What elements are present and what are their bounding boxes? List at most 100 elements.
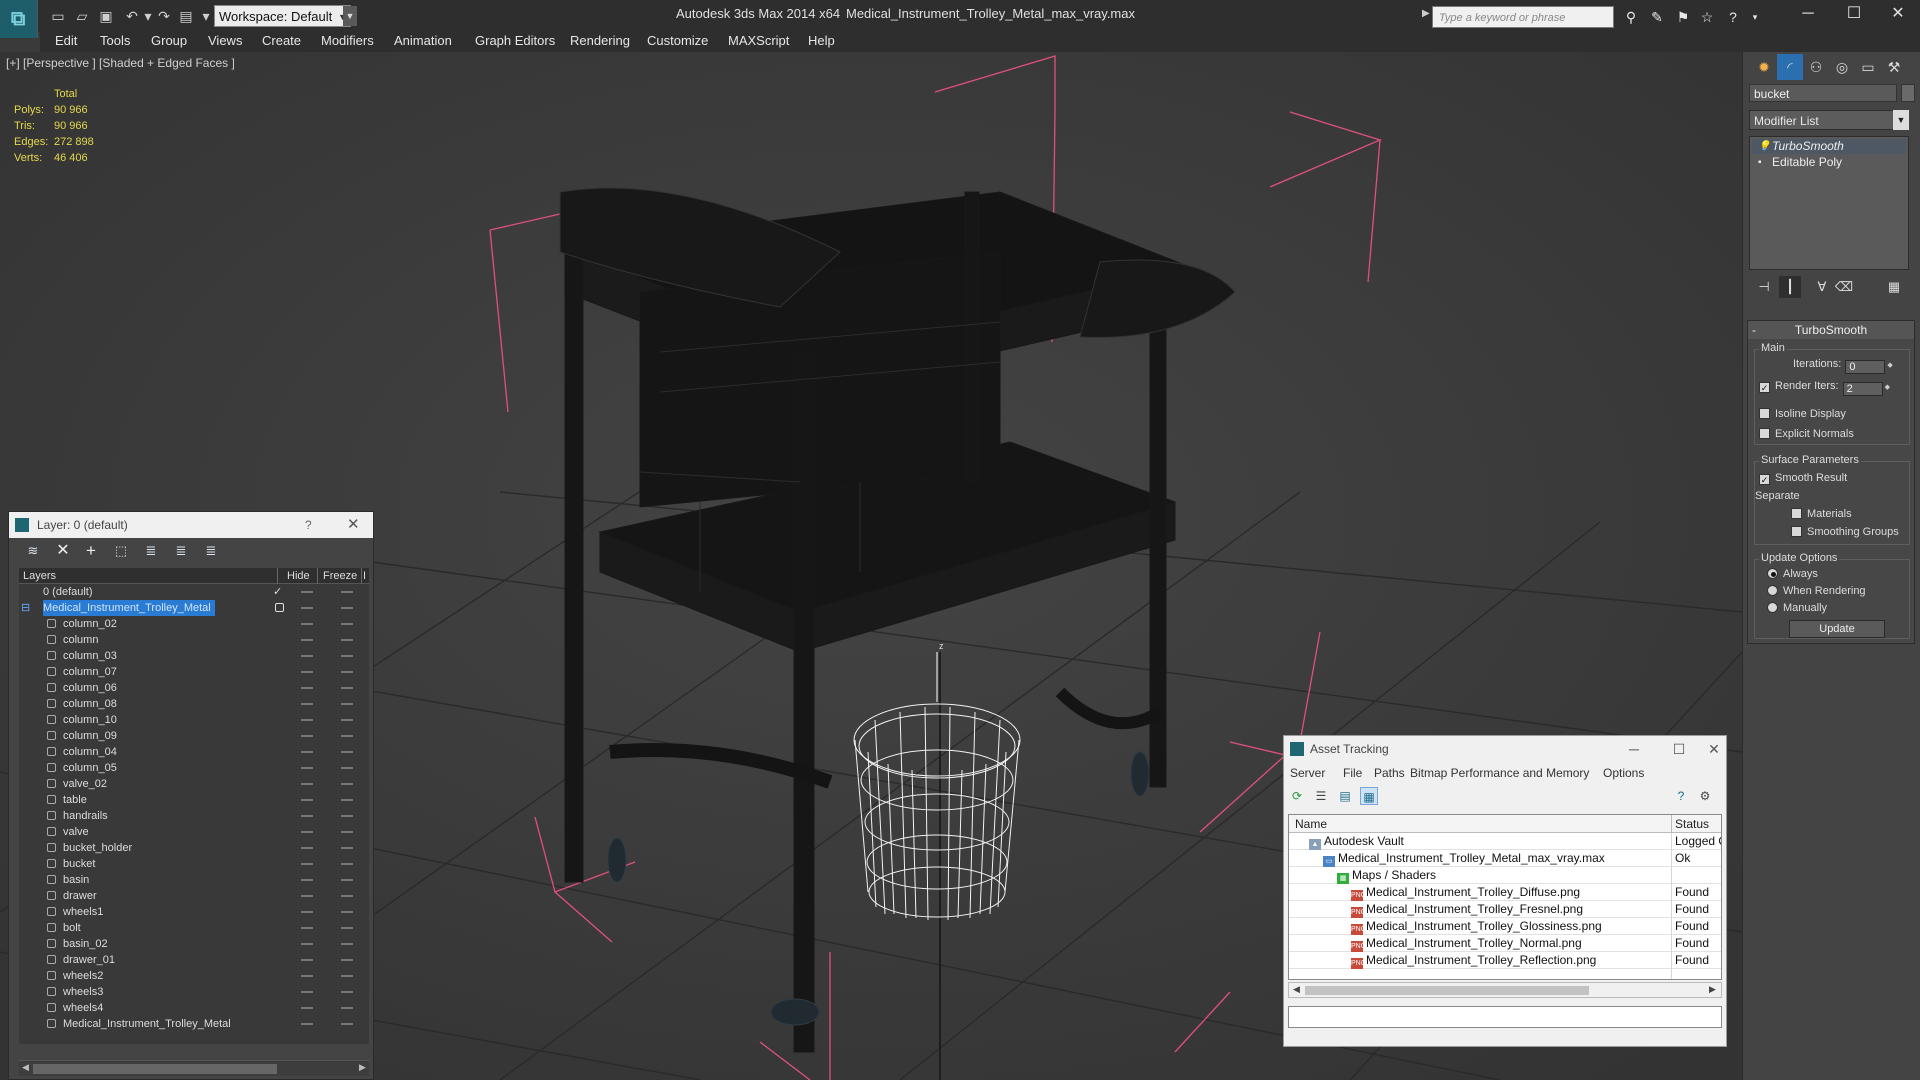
hide-toggle[interactable] (301, 991, 313, 993)
workspace-select[interactable]: Workspace: Default ▼ (214, 5, 351, 27)
layer-object-row[interactable]: column_03 (19, 648, 369, 664)
freeze-toggle[interactable] (341, 847, 353, 849)
menu-help[interactable]: Help (808, 32, 835, 52)
hide-toggle[interactable] (301, 623, 313, 625)
layer-horizontal-scrollbar[interactable]: ◀ ▶ (19, 1060, 369, 1076)
layer-object-row[interactable]: valve_02 (19, 776, 369, 792)
menu-edit[interactable]: Edit (55, 32, 77, 52)
layer-object-row[interactable]: column_05 (19, 760, 369, 776)
stack-item-editable-poly[interactable]: ▪ Editable Poly (1752, 155, 1906, 170)
col-extra[interactable]: I (363, 568, 366, 584)
hide-toggle[interactable] (301, 1023, 313, 1025)
hide-toggle[interactable] (301, 703, 313, 705)
menu-rendering[interactable]: Rendering (570, 32, 630, 52)
list-view-icon[interactable]: ☰ (1312, 787, 1330, 805)
col-name[interactable]: Name (1295, 815, 1327, 833)
layer-object-row[interactable]: bucket (19, 856, 369, 872)
asset-row[interactable]: ▲Autodesk Vault Logged O (1289, 833, 1721, 850)
isoline-checkbox[interactable] (1759, 408, 1770, 419)
hide-toggle[interactable] (301, 959, 313, 961)
layer-object-row[interactable]: wheels2 (19, 968, 369, 984)
freeze-toggle[interactable] (341, 831, 353, 833)
menu-create[interactable]: Create (262, 32, 301, 52)
minimize-icon[interactable]: ─ (1614, 736, 1654, 762)
layer-object-row[interactable]: wheels4 (19, 1000, 369, 1016)
hide-toggle[interactable] (301, 671, 313, 673)
utilities-tab-icon[interactable]: ⚒ (1881, 54, 1907, 80)
close-icon[interactable]: ✕ (1878, 2, 1918, 26)
hide-toggle[interactable] (301, 943, 313, 945)
stack-item-turbosmooth[interactable]: 💡 TurboSmooth (1752, 139, 1906, 154)
freeze-toggle[interactable] (341, 975, 353, 977)
search-expand-icon[interactable]: ▶ (1422, 8, 1430, 19)
scroll-right-icon[interactable]: ▶ (359, 1062, 366, 1073)
layer-object-row[interactable]: column_08 (19, 696, 369, 712)
object-name-input[interactable]: bucket (1749, 84, 1897, 102)
menu-animation[interactable]: Animation (394, 32, 452, 52)
layer-object-row[interactable]: wheels3 (19, 984, 369, 1000)
asset-row[interactable]: PNGMedical_Instrument_Trolley_Glossiness… (1289, 918, 1721, 935)
layer-object-row[interactable]: column_07 (19, 664, 369, 680)
modify-tab-icon[interactable]: ◜ (1777, 54, 1803, 80)
render-iters-checkbox[interactable]: ✓ (1759, 382, 1770, 393)
freeze-toggle[interactable] (341, 639, 353, 641)
create-layer-icon[interactable]: ≋ (23, 542, 43, 560)
modifier-list-dropdown[interactable]: Modifier List ▼ (1749, 110, 1909, 130)
freeze-toggle[interactable] (341, 991, 353, 993)
asset-horizontal-scrollbar[interactable]: ◀ ▶ (1288, 982, 1722, 998)
menu-options[interactable]: Options (1603, 766, 1644, 780)
select-objects-icon[interactable]: ⬚ (111, 542, 131, 560)
menu-bitmap-performance[interactable]: Bitmap Performance and Memory (1410, 766, 1589, 780)
scroll-thumb[interactable] (33, 1064, 277, 1074)
menu-server[interactable]: Server (1290, 766, 1325, 780)
when-rendering-radio[interactable] (1767, 585, 1778, 596)
subscription-icon[interactable]: ✎ (1646, 7, 1668, 27)
hide-toggle[interactable] (301, 975, 313, 977)
hide-toggle[interactable] (301, 831, 313, 833)
quick-access-dropdown-icon[interactable]: ▾ (196, 6, 216, 26)
hide-toggle[interactable] (301, 863, 313, 865)
hide-toggle[interactable] (301, 783, 313, 785)
layer-object-row[interactable]: drawer (19, 888, 369, 904)
table-view-icon[interactable]: ▦ (1360, 787, 1378, 805)
layer-object-row[interactable]: column (19, 632, 369, 648)
layer-object-row[interactable]: basin (19, 872, 369, 888)
col-status[interactable]: Status (1675, 815, 1709, 833)
collapse-icon[interactable]: ⊟ (21, 600, 30, 616)
delete-layer-icon[interactable]: ✕ (53, 542, 73, 560)
col-freeze[interactable]: Freeze (323, 568, 357, 584)
help-icon[interactable]: ? (305, 512, 312, 538)
menu-graph-editors[interactable]: Graph Editors (475, 32, 555, 52)
layer-object-row[interactable]: bucket_holder (19, 840, 369, 856)
close-icon[interactable]: ✕ (1694, 736, 1734, 762)
layer-object-row[interactable]: column_04 (19, 744, 369, 760)
hide-toggle[interactable] (301, 655, 313, 657)
menu-customize[interactable]: Customize (647, 32, 708, 52)
freeze-toggle[interactable] (341, 767, 353, 769)
always-radio[interactable] (1767, 568, 1778, 579)
menu-file[interactable]: File (1343, 766, 1362, 780)
render-iters-spinner[interactable]: 2 (1842, 382, 1883, 396)
hide-toggle[interactable] (301, 815, 313, 817)
asset-row[interactable]: PNGMedical_Instrument_Trolley_Normal.png… (1289, 935, 1721, 952)
asset-row[interactable]: PNGMedical_Instrument_Trolley_Fresnel.pn… (1289, 901, 1721, 918)
freeze-all-layers-icon[interactable]: ≣ (201, 542, 221, 560)
layer-row-selected[interactable]: ⊟ Medical_Instrument_Trolley_Metal (19, 600, 369, 616)
asset-row[interactable]: ▭ Medical_Instrument_Trolley_Metal_max_vr… (1289, 850, 1721, 867)
hide-toggle[interactable] (301, 927, 313, 929)
pin-stack-icon[interactable]: ⊣ (1753, 276, 1775, 298)
manually-radio[interactable] (1767, 602, 1778, 613)
freeze-toggle[interactable] (341, 1007, 353, 1009)
communication-center-icon[interactable]: ⚑ (1672, 7, 1694, 27)
hide-toggle[interactable] (301, 847, 313, 849)
freeze-toggle[interactable] (341, 1023, 353, 1025)
hide-toggle[interactable] (301, 895, 313, 897)
configure-modifier-sets-icon[interactable]: ▦ (1883, 276, 1905, 298)
menu-group[interactable]: Group (151, 32, 187, 52)
scroll-thumb[interactable] (1305, 986, 1589, 995)
hide-all-layers-icon[interactable]: ≣ (171, 542, 191, 560)
hide-toggle[interactable] (301, 879, 313, 881)
search-input[interactable]: Type a keyword or phrase (1432, 6, 1614, 28)
update-button[interactable]: Update (1789, 620, 1885, 638)
freeze-toggle[interactable] (341, 735, 353, 737)
